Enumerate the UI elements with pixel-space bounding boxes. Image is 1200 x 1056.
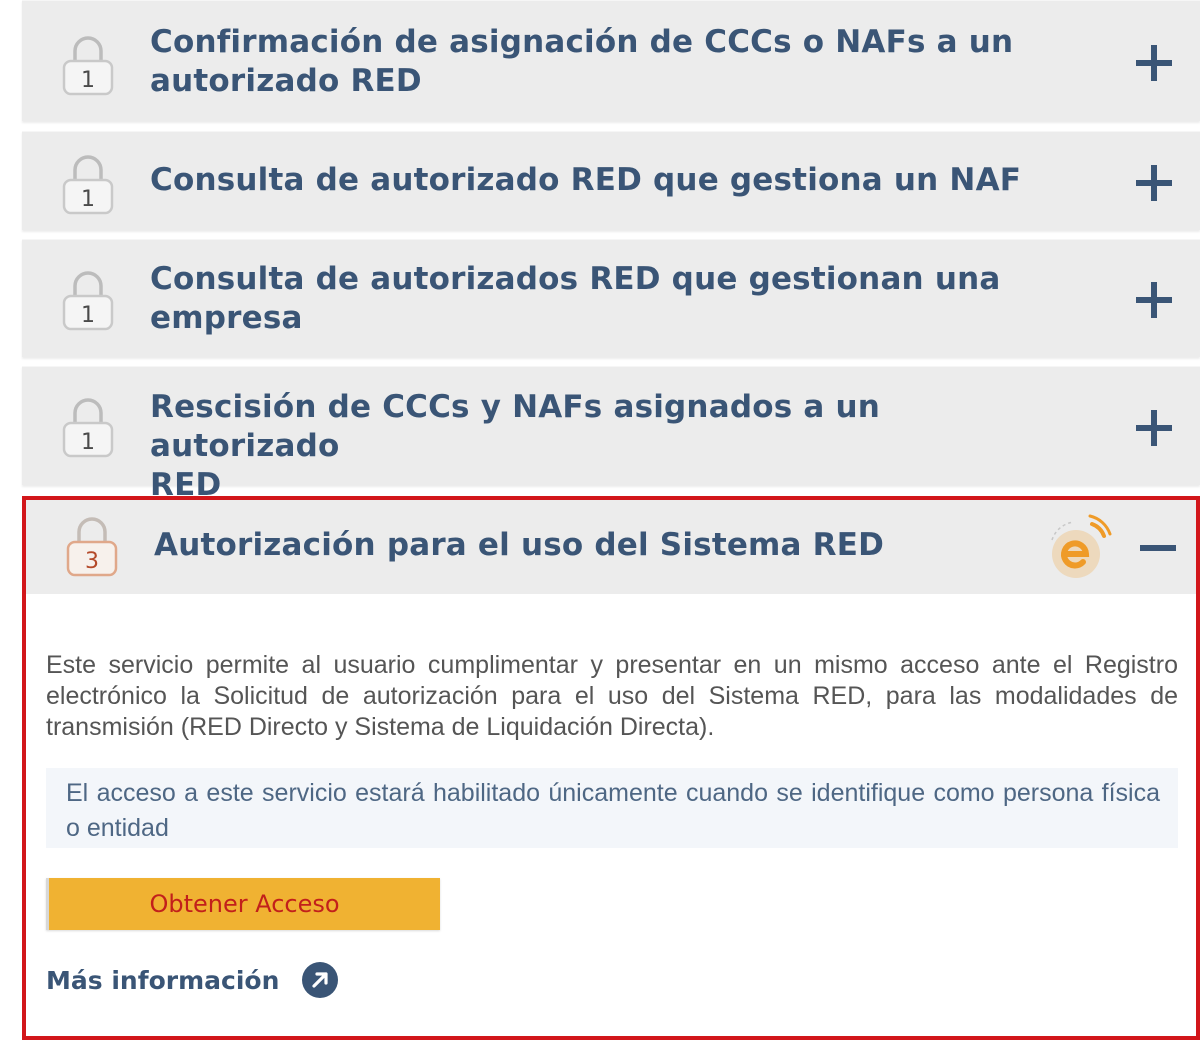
panel-title-line: Rescisión de CCCs y NAFs asignados a un … <box>150 389 881 464</box>
lock-icon: 1 <box>60 266 116 332</box>
panel-title[interactable]: Autorización para el uso del Sistema RED <box>154 526 1054 565</box>
plus-icon[interactable] <box>1134 280 1174 320</box>
service-panel-autorizacion-red: 3 Autorización para el uso del Sistema R… <box>22 496 1200 1040</box>
panel-header[interactable]: 1 Consulta de autorizado RED que gestion… <box>22 132 1200 230</box>
panel-title[interactable]: Consulta de autorizado RED que gestiona … <box>150 161 1050 200</box>
plus-icon[interactable] <box>1134 408 1174 448</box>
panel-header[interactable]: 1 Rescisión de CCCs y NAFs asignados a u… <box>22 367 1200 503</box>
lock-level: 1 <box>81 187 95 212</box>
panel-title-line: empresa <box>150 300 303 336</box>
minus-icon[interactable] <box>1138 528 1178 568</box>
service-description: Este servicio permite al usuario cumplim… <box>46 651 1178 741</box>
panel-title-line: Consulta de autorizado RED que gestiona … <box>150 162 1022 198</box>
panel-header[interactable]: 3 Autorización para el uso del Sistema R… <box>26 500 1196 594</box>
external-arrow-icon[interactable] <box>301 961 339 999</box>
lock-level: 1 <box>81 303 95 328</box>
panel-title-line: Confirmación de asignación de CCCs o NAF… <box>150 24 1014 60</box>
mas-informacion-link[interactable]: Más información <box>46 960 339 1000</box>
plus-icon[interactable] <box>1134 163 1174 203</box>
panel-title[interactable]: Confirmación de asignación de CCCs o NAF… <box>150 23 1050 101</box>
panel-title[interactable]: Rescisión de CCCs y NAFs asignados a un … <box>150 388 1050 505</box>
lock-icon: 3 <box>64 512 120 578</box>
obtener-acceso-button[interactable]: Obtener Acceso <box>46 878 440 930</box>
sistema-red-logo-icon <box>1034 510 1114 582</box>
service-panel-consulta-empresa: 1 Consulta de autorizados RED que gestio… <box>22 239 1200 357</box>
panel-title-line: autorizado RED <box>150 63 422 99</box>
panel-header[interactable]: 1 Confirmación de asignación de CCCs o N… <box>22 1 1200 121</box>
service-panel-confirmacion: 1 Confirmación de asignación de CCCs o N… <box>22 0 1200 121</box>
service-panel-consulta-naf: 1 Consulta de autorizado RED que gestion… <box>22 131 1200 230</box>
lock-icon: 1 <box>60 150 116 216</box>
lock-icon: 1 <box>60 393 116 459</box>
service-panel-rescision: 1 Rescisión de CCCs y NAFs asignados a u… <box>22 366 1200 503</box>
plus-icon[interactable] <box>1134 43 1174 83</box>
lock-icon: 1 <box>60 31 116 97</box>
panel-body: Este servicio permite al usuario cumplim… <box>26 594 1196 1036</box>
panel-header[interactable]: 1 Consulta de autorizados RED que gestio… <box>22 240 1200 357</box>
lock-level: 1 <box>81 68 95 93</box>
lock-level: 3 <box>85 549 99 574</box>
mas-informacion-label: Más información <box>46 965 280 995</box>
access-notice-text: El acceso a este servicio estará habilit… <box>66 779 1160 842</box>
panel-title-line: Consulta de autorizados RED que gestiona… <box>150 261 1001 297</box>
lock-level: 1 <box>81 430 95 455</box>
panel-title[interactable]: Consulta de autorizados RED que gestiona… <box>150 260 1050 338</box>
access-notice: El acceso a este servicio estará habilit… <box>46 768 1178 848</box>
